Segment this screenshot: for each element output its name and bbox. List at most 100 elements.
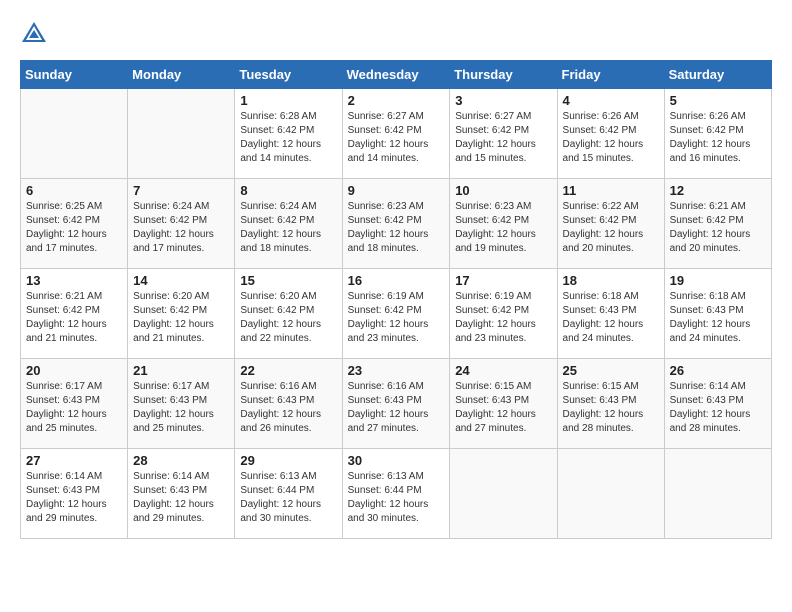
day-number: 30 (348, 453, 445, 468)
day-info: Sunrise: 6:28 AM Sunset: 6:42 PM Dayligh… (240, 110, 336, 166)
day-number: 10 (455, 183, 551, 198)
day-number: 18 (563, 273, 659, 288)
column-header-friday: Friday (557, 61, 664, 89)
calendar-cell: 5Sunrise: 6:26 AM Sunset: 6:42 PM Daylig… (664, 89, 771, 179)
calendar-cell: 19Sunrise: 6:18 AM Sunset: 6:43 PM Dayli… (664, 269, 771, 359)
calendar-cell: 21 Sunrise: 6:17 AM Sunset: 6:43 PM Dayli… (128, 359, 235, 449)
day-info: Sunrise: 6:25 AM Sunset: 6:42 PM Dayligh… (26, 200, 122, 256)
day-info: Sunrise: 6:16 AM Sunset: 6:43 PM Dayligh… (348, 380, 445, 436)
day-info: Sunrise: 6:22 AM Sunset: 6:42 PM Dayligh… (563, 200, 659, 256)
calendar-cell: 23 Sunrise: 6:16 AM Sunset: 6:43 PM Dayli… (342, 359, 450, 449)
calendar-cell: 29 Sunrise: 6:13 AM Sunset: 6:44 PM Dayli… (235, 449, 342, 539)
day-number: 1 (240, 93, 336, 108)
column-header-saturday: Saturday (664, 61, 771, 89)
calendar-cell: 20 Sunrise: 6:17 AM Sunset: 6:43 PM Dayli… (21, 359, 128, 449)
column-header-sunday: Sunday (21, 61, 128, 89)
day-info: Sunrise: 6:27 AM Sunset: 6:42 PM Dayligh… (348, 110, 445, 166)
calendar-cell: 1 Sunrise: 6:28 AM Sunset: 6:42 PM Daylig… (235, 89, 342, 179)
calendar-cell: 22 Sunrise: 6:16 AM Sunset: 6:43 PM Dayli… (235, 359, 342, 449)
logo (20, 20, 50, 44)
day-number: 26 (670, 363, 766, 378)
day-info: Sunrise: 6:13 AM Sunset: 6:44 PM Dayligh… (348, 470, 445, 526)
day-info: Sunrise: 6:18 AM Sunset: 6:43 PM Dayligh… (670, 290, 766, 346)
day-number: 15 (240, 273, 336, 288)
day-info: Sunrise: 6:14 AM Sunset: 6:43 PM Dayligh… (133, 470, 229, 526)
day-number: 12 (670, 183, 766, 198)
day-info: Sunrise: 6:13 AM Sunset: 6:44 PM Dayligh… (240, 470, 336, 526)
day-number: 24 (455, 363, 551, 378)
calendar-table: SundayMondayTuesdayWednesdayThursdayFrid… (20, 60, 772, 539)
day-info: Sunrise: 6:21 AM Sunset: 6:42 PM Dayligh… (670, 200, 766, 256)
day-number: 4 (563, 93, 659, 108)
calendar-cell (557, 449, 664, 539)
calendar-cell (128, 89, 235, 179)
calendar-cell: 4 Sunrise: 6:26 AM Sunset: 6:42 PM Daylig… (557, 89, 664, 179)
day-info: Sunrise: 6:17 AM Sunset: 6:43 PM Dayligh… (26, 380, 122, 436)
column-header-monday: Monday (128, 61, 235, 89)
calendar-cell: 3 Sunrise: 6:27 AM Sunset: 6:42 PM Daylig… (450, 89, 557, 179)
calendar-cell: 30 Sunrise: 6:13 AM Sunset: 6:44 PM Dayli… (342, 449, 450, 539)
day-number: 6 (26, 183, 122, 198)
calendar-cell: 8 Sunrise: 6:24 AM Sunset: 6:42 PM Daylig… (235, 179, 342, 269)
calendar-cell: 17Sunrise: 6:19 AM Sunset: 6:42 PM Dayli… (450, 269, 557, 359)
day-info: Sunrise: 6:26 AM Sunset: 6:42 PM Dayligh… (670, 110, 766, 166)
calendar-cell: 13 Sunrise: 6:21 AM Sunset: 6:42 PM Dayli… (21, 269, 128, 359)
day-info: Sunrise: 6:26 AM Sunset: 6:42 PM Dayligh… (563, 110, 659, 166)
day-info: Sunrise: 6:17 AM Sunset: 6:43 PM Dayligh… (133, 380, 229, 436)
column-header-thursday: Thursday (450, 61, 557, 89)
day-info: Sunrise: 6:19 AM Sunset: 6:42 PM Dayligh… (348, 290, 445, 346)
calendar-cell: 14 Sunrise: 6:20 AM Sunset: 6:42 PM Dayli… (128, 269, 235, 359)
day-info: Sunrise: 6:14 AM Sunset: 6:43 PM Dayligh… (26, 470, 122, 526)
calendar-cell: 18 Sunrise: 6:18 AM Sunset: 6:43 PM Dayli… (557, 269, 664, 359)
day-number: 3 (455, 93, 551, 108)
calendar-cell: 10 Sunrise: 6:23 AM Sunset: 6:42 PM Dayli… (450, 179, 557, 269)
day-number: 25 (563, 363, 659, 378)
calendar-cell: 11 Sunrise: 6:22 AM Sunset: 6:42 PM Dayli… (557, 179, 664, 269)
day-info: Sunrise: 6:15 AM Sunset: 6:43 PM Dayligh… (455, 380, 551, 436)
day-info: Sunrise: 6:23 AM Sunset: 6:42 PM Dayligh… (348, 200, 445, 256)
calendar-cell (450, 449, 557, 539)
day-info: Sunrise: 6:24 AM Sunset: 6:42 PM Dayligh… (133, 200, 229, 256)
day-info: Sunrise: 6:16 AM Sunset: 6:43 PM Dayligh… (240, 380, 336, 436)
calendar-cell: 15 Sunrise: 6:20 AM Sunset: 6:42 PM Dayli… (235, 269, 342, 359)
day-number: 22 (240, 363, 336, 378)
day-info: Sunrise: 6:14 AM Sunset: 6:43 PM Dayligh… (670, 380, 766, 436)
calendar-cell: 16Sunrise: 6:19 AM Sunset: 6:42 PM Dayli… (342, 269, 450, 359)
page-header (20, 20, 772, 44)
day-info: Sunrise: 6:18 AM Sunset: 6:43 PM Dayligh… (563, 290, 659, 346)
column-header-tuesday: Tuesday (235, 61, 342, 89)
day-info: Sunrise: 6:20 AM Sunset: 6:42 PM Dayligh… (240, 290, 336, 346)
day-number: 7 (133, 183, 229, 198)
day-info: Sunrise: 6:15 AM Sunset: 6:43 PM Dayligh… (563, 380, 659, 436)
day-number: 29 (240, 453, 336, 468)
calendar-cell: 26 Sunrise: 6:14 AM Sunset: 6:43 PM Dayli… (664, 359, 771, 449)
day-number: 14 (133, 273, 229, 288)
calendar-cell (664, 449, 771, 539)
calendar-cell: 28 Sunrise: 6:14 AM Sunset: 6:43 PM Dayli… (128, 449, 235, 539)
calendar-cell (21, 89, 128, 179)
day-info: Sunrise: 6:21 AM Sunset: 6:42 PM Dayligh… (26, 290, 122, 346)
day-number: 2 (348, 93, 445, 108)
calendar-cell: 12 Sunrise: 6:21 AM Sunset: 6:42 PM Dayli… (664, 179, 771, 269)
day-info: Sunrise: 6:20 AM Sunset: 6:42 PM Dayligh… (133, 290, 229, 346)
day-number: 17 (455, 273, 551, 288)
logo-icon (20, 20, 48, 44)
day-number: 9 (348, 183, 445, 198)
calendar-cell: 25 Sunrise: 6:15 AM Sunset: 6:43 PM Dayli… (557, 359, 664, 449)
day-number: 28 (133, 453, 229, 468)
day-number: 27 (26, 453, 122, 468)
calendar-cell: 7 Sunrise: 6:24 AM Sunset: 6:42 PM Daylig… (128, 179, 235, 269)
day-info: Sunrise: 6:24 AM Sunset: 6:42 PM Dayligh… (240, 200, 336, 256)
day-number: 8 (240, 183, 336, 198)
calendar-cell: 6 Sunrise: 6:25 AM Sunset: 6:42 PM Daylig… (21, 179, 128, 269)
column-header-wednesday: Wednesday (342, 61, 450, 89)
day-number: 11 (563, 183, 659, 198)
calendar-cell: 27 Sunrise: 6:14 AM Sunset: 6:43 PM Dayli… (21, 449, 128, 539)
day-number: 20 (26, 363, 122, 378)
day-number: 13 (26, 273, 122, 288)
day-number: 21 (133, 363, 229, 378)
calendar-cell: 9 Sunrise: 6:23 AM Sunset: 6:42 PM Daylig… (342, 179, 450, 269)
day-number: 23 (348, 363, 445, 378)
day-info: Sunrise: 6:27 AM Sunset: 6:42 PM Dayligh… (455, 110, 551, 166)
day-info: Sunrise: 6:23 AM Sunset: 6:42 PM Dayligh… (455, 200, 551, 256)
